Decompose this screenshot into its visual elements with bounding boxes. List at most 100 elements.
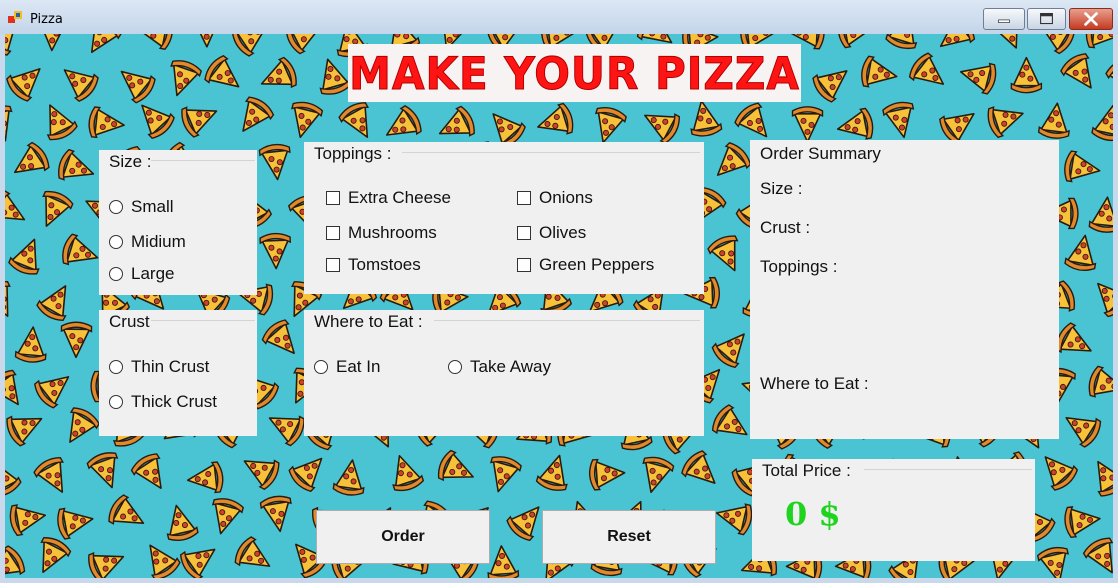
radio-small-label: Small bbox=[131, 197, 174, 216]
pizza-slice-icon bbox=[186, 461, 224, 494]
radio-circle[interactable] bbox=[109, 200, 123, 214]
crust-groupbox: Crust Thin Crust Thick Crust bbox=[99, 310, 257, 436]
pizza-slice-icon bbox=[243, 459, 280, 491]
pizza-slice-icon bbox=[1064, 506, 1101, 539]
pizza-slice-icon bbox=[5, 545, 26, 577]
pizza-slice-icon bbox=[9, 504, 47, 537]
pizza-slice-icon bbox=[136, 34, 173, 51]
radio-take-away[interactable]: Take Away bbox=[448, 357, 551, 377]
check-mushrooms[interactable]: Mushrooms bbox=[326, 223, 437, 243]
pizza-slice-icon bbox=[960, 62, 997, 95]
title-banner: MAKE YOUR PIZZA bbox=[348, 44, 801, 102]
pizza-slice-icon bbox=[5, 369, 19, 406]
pizza-slice-icon bbox=[1097, 460, 1113, 497]
checkbox-square[interactable] bbox=[326, 226, 340, 240]
checkbox-square[interactable] bbox=[517, 191, 531, 205]
radio-circle[interactable] bbox=[448, 360, 462, 374]
radio-circle[interactable] bbox=[109, 360, 123, 374]
summary-where-label: Where to Eat : bbox=[760, 374, 869, 393]
check-onions-label: Onions bbox=[539, 188, 593, 207]
radio-large[interactable]: Large bbox=[109, 264, 174, 284]
pizza-slice-icon bbox=[57, 507, 94, 540]
radio-midium[interactable]: Midium bbox=[109, 232, 186, 252]
check-tomstoes[interactable]: Tomstoes bbox=[326, 255, 421, 275]
toppings-group-title: Toppings : bbox=[314, 144, 392, 163]
pizza-slice-icon bbox=[69, 407, 100, 443]
radio-eat-in[interactable]: Eat In bbox=[314, 357, 380, 377]
pizza-slice-icon bbox=[1091, 104, 1113, 142]
groupbox-border bbox=[151, 320, 255, 321]
pizza-slice-icon bbox=[437, 449, 474, 482]
pizza-slice-icon bbox=[338, 102, 369, 138]
reset-button[interactable]: Reset bbox=[542, 510, 716, 564]
pizza-slice-icon bbox=[36, 285, 67, 321]
pizza-slice-icon bbox=[288, 457, 323, 493]
pizza-slice-icon bbox=[711, 404, 748, 436]
pizza-slice-icon bbox=[46, 104, 78, 141]
pizza-slice-icon bbox=[392, 454, 425, 492]
pizza-slice-icon bbox=[1055, 322, 1092, 354]
total-price-title: Total Price : bbox=[762, 461, 851, 480]
pizza-slice-icon bbox=[1010, 56, 1043, 94]
maximize-button[interactable] bbox=[1027, 8, 1066, 30]
pizza-slice-icon bbox=[58, 148, 95, 181]
check-olives[interactable]: Olives bbox=[517, 223, 586, 243]
pizza-slice-icon bbox=[62, 233, 99, 266]
pizza-slice-icon bbox=[939, 34, 976, 48]
pizza-slice-icon bbox=[14, 326, 47, 363]
groupbox-border bbox=[151, 160, 255, 161]
pizza-slice-icon bbox=[90, 34, 122, 54]
pizza-slice-icon bbox=[1111, 232, 1113, 274]
pizza-slice-icon bbox=[885, 34, 918, 50]
radio-circle[interactable] bbox=[109, 235, 123, 249]
checkbox-square[interactable] bbox=[517, 226, 531, 240]
check-olives-label: Olives bbox=[539, 223, 587, 242]
order-button[interactable]: Order bbox=[316, 510, 490, 564]
check-green-peppers[interactable]: Green Peppers bbox=[517, 255, 654, 275]
title-bar[interactable]: Pizza bbox=[0, 0, 1118, 34]
check-onions[interactable]: Onions bbox=[517, 188, 593, 208]
close-button[interactable] bbox=[1069, 8, 1113, 30]
pizza-slice-icon bbox=[86, 452, 119, 489]
form-client-area: MAKE YOUR PIZZA Size : Small Midium Larg… bbox=[5, 34, 1113, 578]
pizza-slice-icon bbox=[5, 190, 26, 221]
radio-circle[interactable] bbox=[109, 267, 123, 281]
banner-title: MAKE YOUR PIZZA bbox=[349, 47, 800, 99]
checkbox-square[interactable] bbox=[326, 191, 340, 205]
pizza-slice-icon bbox=[120, 70, 156, 104]
radio-circle[interactable] bbox=[314, 360, 328, 374]
groupbox-border bbox=[402, 152, 700, 153]
pizza-slice-icon bbox=[644, 113, 681, 144]
minimize-button[interactable] bbox=[983, 8, 1025, 30]
pizza-slice-icon bbox=[1039, 34, 1076, 55]
radio-circle[interactable] bbox=[109, 395, 123, 409]
pizza-slice-icon bbox=[261, 319, 295, 355]
pizza-slice-icon bbox=[231, 34, 268, 57]
where-group-title: Where to Eat : bbox=[314, 312, 423, 331]
pizza-slice-icon bbox=[166, 504, 199, 541]
minimize-icon bbox=[998, 19, 1010, 23]
checkbox-square[interactable] bbox=[326, 258, 340, 272]
pizza-slice-icon bbox=[88, 551, 125, 578]
checkbox-square[interactable] bbox=[517, 258, 531, 272]
radio-thin-crust[interactable]: Thin Crust bbox=[109, 357, 209, 377]
pizza-slice-icon bbox=[33, 457, 64, 493]
pizza-slice-icon bbox=[258, 143, 291, 181]
summary-toppings-label: Toppings : bbox=[760, 257, 838, 276]
pizza-slice-icon bbox=[1088, 196, 1113, 233]
pizza-slice-icon bbox=[588, 458, 626, 491]
radio-small[interactable]: Small bbox=[109, 197, 174, 217]
pizza-slice-icon bbox=[40, 537, 72, 573]
pizza-slice-icon bbox=[642, 456, 675, 493]
radio-take-away-label: Take Away bbox=[470, 357, 551, 376]
pizza-slice-icon bbox=[1105, 57, 1113, 94]
close-icon bbox=[1084, 12, 1098, 26]
radio-thick-crust[interactable]: Thick Crust bbox=[109, 392, 217, 412]
pizza-slice-icon bbox=[332, 459, 365, 496]
radio-eat-in-label: Eat In bbox=[336, 357, 381, 376]
check-extra-cheese[interactable]: Extra Cheese bbox=[326, 188, 451, 208]
pizza-slice-icon bbox=[882, 101, 915, 139]
pizza-slice-icon bbox=[594, 107, 627, 144]
pizza-slice-icon bbox=[837, 34, 875, 49]
pizza-slice-icon bbox=[715, 503, 753, 536]
